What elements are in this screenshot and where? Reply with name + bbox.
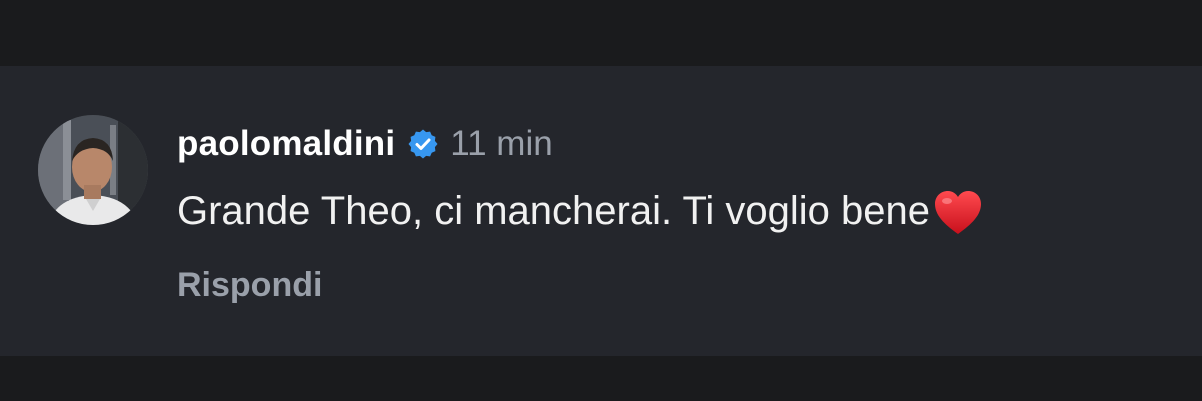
avatar-photo	[38, 115, 148, 225]
red-heart-icon	[932, 188, 984, 238]
comment-header: paolomaldini 11 min	[177, 124, 553, 164]
screen: paolomaldini 11 min Grande Theo, ci manc…	[0, 0, 1202, 401]
comment-text: Grande Theo, ci mancherai. Ti voglio ben…	[177, 186, 984, 236]
username[interactable]: paolomaldini	[177, 124, 395, 164]
verified-badge-icon	[407, 128, 439, 160]
avatar[interactable]	[38, 115, 148, 225]
comment-card: paolomaldini 11 min Grande Theo, ci manc…	[0, 66, 1202, 356]
reply-button[interactable]: Rispondi	[177, 266, 322, 305]
timestamp: 11 min	[450, 124, 553, 163]
comment-body: Grande Theo, ci mancherai. Ti voglio ben…	[177, 188, 931, 233]
